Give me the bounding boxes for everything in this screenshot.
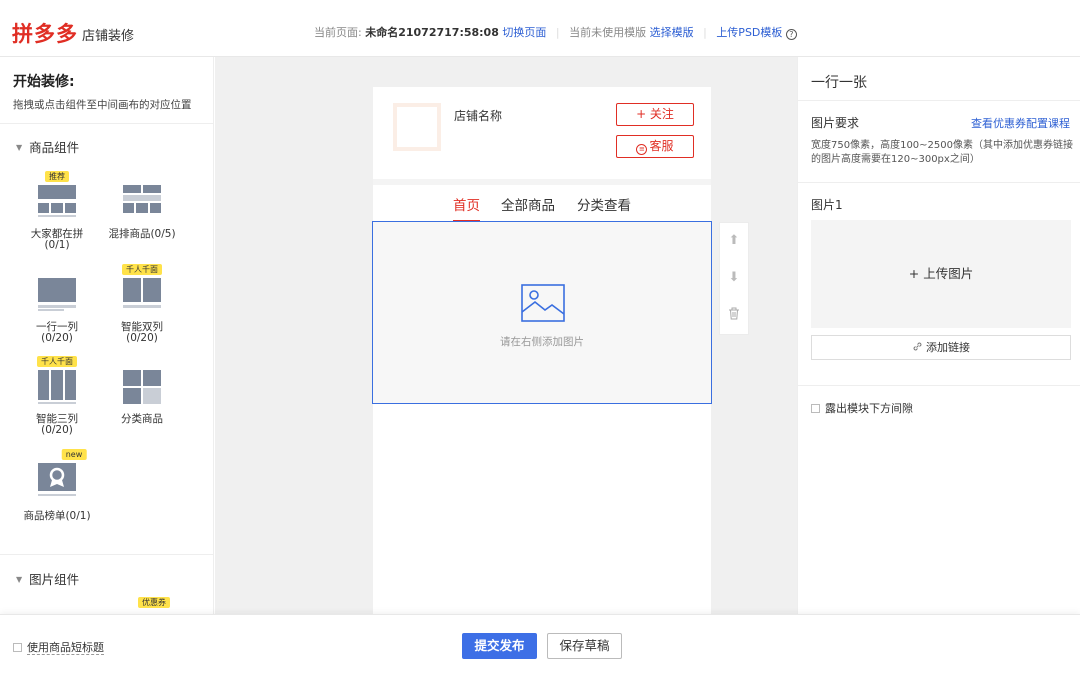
image-placeholder-icon bbox=[521, 284, 565, 322]
personalized-tag: 千人千面 bbox=[37, 356, 77, 367]
component-one-row-one-col[interactable]: 一行一列 (0/20) bbox=[17, 278, 97, 344]
add-link-button[interactable]: 添加链接 bbox=[811, 335, 1071, 360]
help-icon[interactable]: ? bbox=[785, 29, 797, 40]
short-title-option[interactable]: 使用商品短标题 bbox=[13, 639, 104, 655]
personalized-tag: 千人千面 bbox=[122, 264, 162, 275]
component-count: (0/20) bbox=[126, 332, 158, 344]
move-up-icon[interactable]: ⬆ bbox=[720, 223, 748, 259]
component-smart-three-col[interactable]: 千人千面 智能三列 (0/20) bbox=[17, 356, 97, 436]
section-label: 商品组件 bbox=[29, 140, 80, 155]
delete-icon[interactable] bbox=[720, 297, 748, 333]
current-page-label: 当前页面: bbox=[314, 26, 362, 39]
two-column-icon bbox=[123, 278, 161, 312]
show-gap-option[interactable]: 露出模块下方间隙 bbox=[811, 400, 913, 416]
bottom-bar: 使用商品短标题 提交发布 保存草稿 bbox=[0, 614, 1080, 674]
component-product-ranking[interactable]: new 商品榜单(0/1) bbox=[17, 449, 97, 522]
three-column-icon bbox=[38, 370, 76, 404]
shop-name: 店铺名称 bbox=[454, 109, 503, 123]
new-tag: new bbox=[61, 449, 87, 460]
component-mixed-products[interactable]: 混排商品(0/5) bbox=[102, 185, 182, 240]
component-label: 商品榜单(0/1) bbox=[23, 510, 91, 522]
link-icon bbox=[913, 342, 922, 351]
start-decorating-title: 开始装修: bbox=[13, 74, 75, 90]
block-toolbar: ⬆ ⬇ bbox=[719, 222, 749, 335]
shop-tabs: 首页 全部商品 分类查看 bbox=[373, 185, 711, 222]
coupon-course-link[interactable]: 查看优惠券配置课程 bbox=[971, 115, 1070, 131]
product-components-toggle[interactable]: ▼ 商品组件 bbox=[16, 137, 79, 156]
switch-page-link[interactable]: 切换页面 bbox=[502, 26, 546, 39]
panel-title: 一行一张 bbox=[811, 75, 867, 91]
component-count: (0/1) bbox=[44, 239, 70, 251]
top-bar: 拼多多 店铺装修 当前页面: 未命名21072717:58:08 切换页面 | … bbox=[0, 0, 1080, 57]
design-canvas: 店铺名称 + 关注 ≡ 客服 首页 全部商品 分类查看 请在右侧添加图片 ⬆ ⬇ bbox=[215, 57, 797, 614]
logo-subtitle: 店铺装修 bbox=[82, 29, 135, 44]
pinduoduo-logo[interactable]: 拼多多 bbox=[12, 18, 78, 48]
coupon-tag: 优惠券 bbox=[138, 597, 170, 608]
component-label: 混排商品(0/5) bbox=[108, 228, 176, 240]
caret-down-icon: ▼ bbox=[16, 575, 23, 584]
recommend-tag: 推荐 bbox=[45, 171, 69, 182]
image-components-toggle[interactable]: ▼ 图片组件 bbox=[16, 569, 79, 588]
component-panel: 开始装修: 拖拽或点击组件至中间画布的对应位置 ▼ 商品组件 推荐 大家都在拼 (0… bbox=[0, 57, 214, 614]
component-label: 分类商品 bbox=[121, 413, 163, 425]
service-button[interactable]: ≡ 客服 bbox=[616, 135, 694, 158]
service-label: 客服 bbox=[649, 139, 674, 153]
image-1-title: 图片1 bbox=[811, 198, 843, 212]
template-status: 当前未使用模版 bbox=[569, 26, 647, 39]
page-info: 当前页面: 未命名21072717:58:08 切换页面 | 当前未使用模版 选… bbox=[314, 24, 797, 40]
show-gap-label: 露出模块下方间隙 bbox=[825, 402, 913, 415]
group-buying-icon bbox=[38, 185, 76, 219]
upload-image-button[interactable]: + 上传图片 bbox=[811, 220, 1071, 328]
panel-instructions: 拖拽或点击组件至中间画布的对应位置 bbox=[13, 99, 192, 111]
component-category-products[interactable]: 分类商品 bbox=[102, 370, 182, 425]
choose-template-link[interactable]: 选择模版 bbox=[650, 26, 694, 39]
ranking-badge-icon bbox=[38, 463, 76, 497]
section-label: 图片组件 bbox=[29, 572, 80, 587]
publish-button[interactable]: 提交发布 bbox=[462, 633, 537, 659]
property-panel: 一行一张 图片要求 查看优惠券配置课程 宽度750像素，高度100~2500像素… bbox=[797, 57, 1080, 614]
current-page-name: 未命名21072717:58:08 bbox=[365, 26, 499, 39]
component-group-buying[interactable]: 推荐 大家都在拼 (0/1) bbox=[17, 171, 97, 251]
mixed-products-icon bbox=[123, 185, 161, 219]
caret-down-icon: ▼ bbox=[16, 143, 23, 152]
follow-button[interactable]: + 关注 bbox=[616, 103, 694, 126]
component-smart-two-col[interactable]: 千人千面 智能双列 (0/20) bbox=[102, 264, 182, 344]
short-title-label: 使用商品短标题 bbox=[27, 641, 104, 655]
move-down-icon[interactable]: ⬇ bbox=[720, 260, 748, 296]
save-draft-button[interactable]: 保存草稿 bbox=[547, 633, 622, 659]
add-link-label: 添加链接 bbox=[926, 341, 970, 354]
tab-home[interactable]: 首页 bbox=[453, 194, 480, 222]
image-requirements-desc: 宽度750像素，高度100~2500像素（其中添加优惠券链接的图片高度需要在12… bbox=[811, 140, 1074, 165]
category-grid-icon bbox=[123, 370, 161, 404]
component-count: (0/20) bbox=[41, 332, 73, 344]
image-requirements-heading: 图片要求 bbox=[811, 116, 860, 130]
shop-logo bbox=[393, 103, 441, 151]
chat-icon: ≡ bbox=[636, 144, 648, 155]
show-gap-checkbox[interactable] bbox=[811, 404, 820, 413]
shop-header[interactable]: 店铺名称 + 关注 ≡ 客服 bbox=[373, 87, 711, 179]
single-column-icon bbox=[38, 278, 76, 312]
tab-categories[interactable]: 分类查看 bbox=[577, 194, 631, 214]
selected-image-block[interactable]: 请在右侧添加图片 bbox=[372, 221, 712, 404]
tab-all-products[interactable]: 全部商品 bbox=[501, 194, 555, 214]
image-placeholder-text: 请在右侧添加图片 bbox=[500, 336, 584, 348]
upload-psd-link[interactable]: 上传PSD模板 bbox=[716, 26, 782, 39]
short-title-checkbox[interactable] bbox=[13, 643, 22, 652]
component-count: (0/20) bbox=[41, 424, 73, 436]
